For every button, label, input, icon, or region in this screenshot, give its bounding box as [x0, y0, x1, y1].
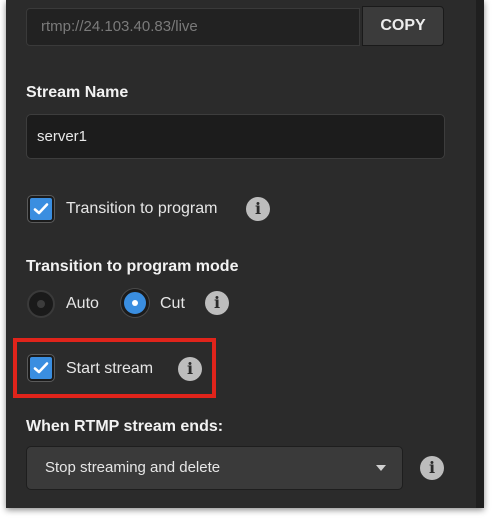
start-stream-label: Start stream: [66, 360, 154, 377]
copy-button[interactable]: COPY: [362, 6, 444, 46]
auto-radio[interactable]: [27, 290, 55, 318]
screenshot-frame: rtmp://24.103.40.83/live COPY Stream Nam…: [0, 0, 495, 518]
checkmark-icon: [33, 362, 49, 374]
transition-to-program-label: Transition to program: [66, 200, 218, 217]
info-icon[interactable]: i: [420, 456, 444, 480]
stream-ends-select[interactable]: Stop streaming and delete: [26, 446, 403, 490]
auto-radio-label: Auto: [66, 295, 99, 312]
panel-scrollbar[interactable]: [476, 0, 484, 508]
info-icon[interactable]: i: [205, 291, 229, 315]
stream-url-field[interactable]: rtmp://24.103.40.83/live: [26, 8, 360, 46]
transition-to-program-checkbox[interactable]: [28, 196, 54, 222]
transition-mode-label: Transition to program mode: [26, 258, 239, 275]
cut-radio-label: Cut: [160, 295, 185, 312]
stream-name-label: Stream Name: [26, 84, 129, 101]
info-icon[interactable]: i: [246, 197, 270, 221]
start-stream-checkbox[interactable]: [28, 355, 54, 381]
stream-ends-selected-value: Stop streaming and delete: [45, 459, 221, 476]
stream-ends-label: When RTMP stream ends:: [26, 418, 224, 435]
chevron-down-icon: [376, 465, 386, 471]
info-icon[interactable]: i: [178, 357, 202, 381]
cut-radio[interactable]: [121, 289, 149, 317]
checkmark-icon: [33, 203, 49, 215]
stream-name-input[interactable]: server1: [26, 114, 445, 159]
